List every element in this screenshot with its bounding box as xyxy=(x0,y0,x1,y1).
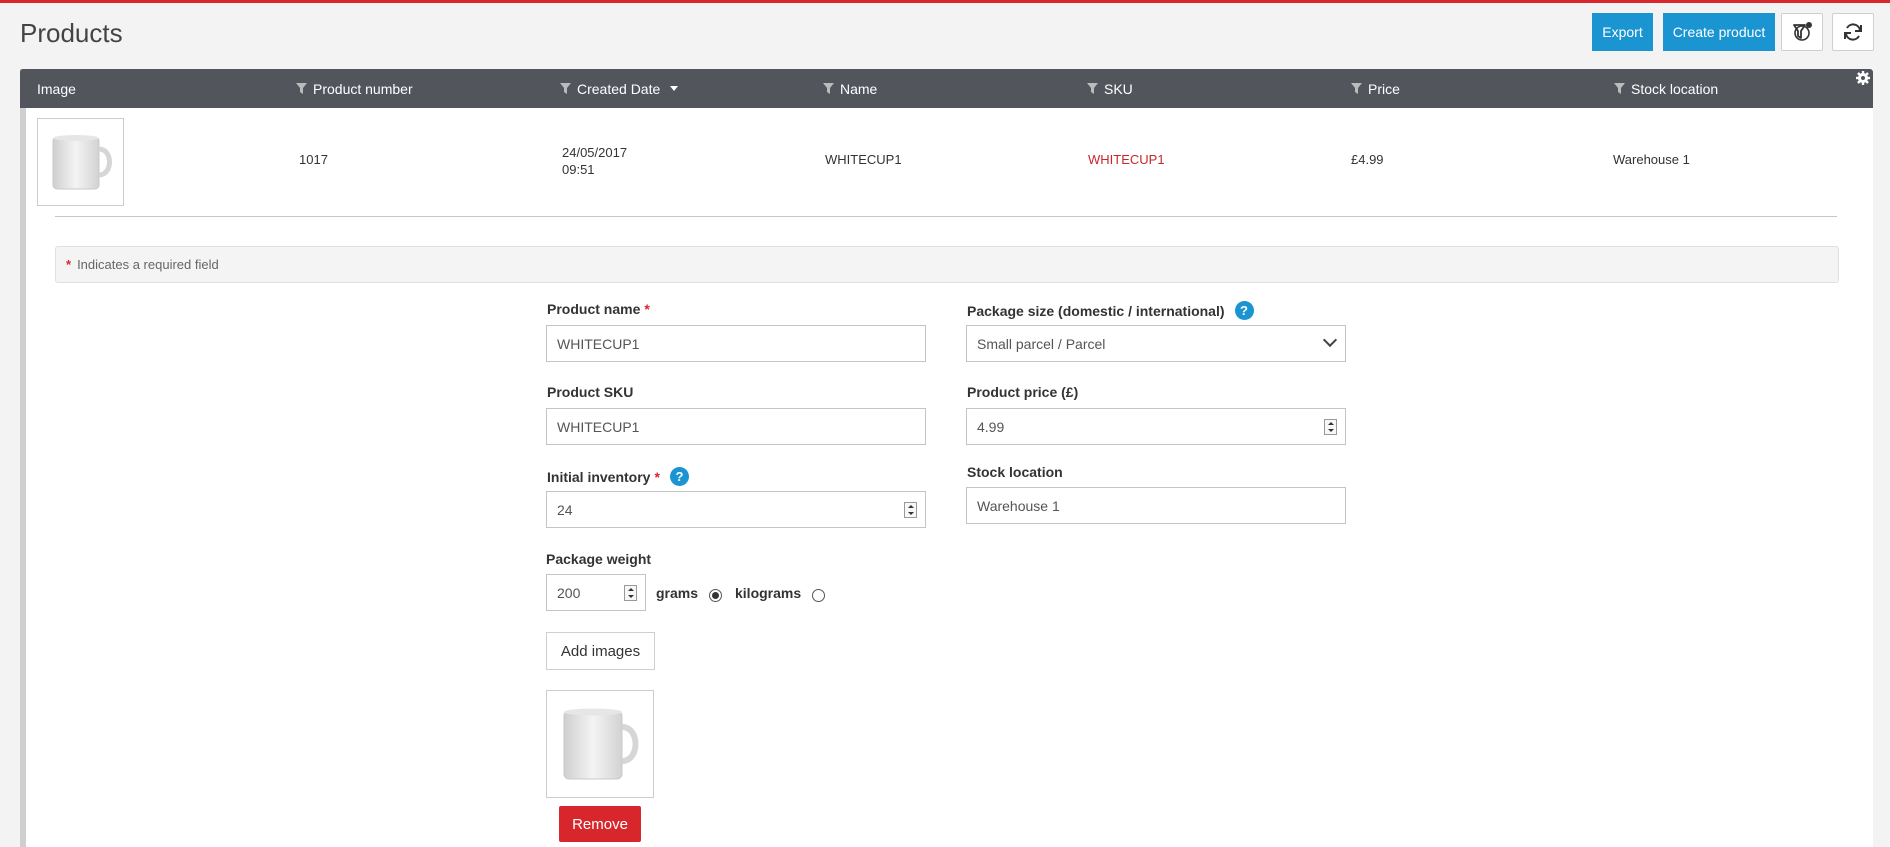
chevron-down-icon xyxy=(1322,332,1338,348)
product-name-label: Product name * xyxy=(547,301,650,317)
column-header-price[interactable]: Price xyxy=(1351,69,1400,108)
product-price-label: Product price (£) xyxy=(967,384,1078,400)
label-text: Initial inventory xyxy=(547,468,651,485)
cell-name: WHITECUP1 xyxy=(825,152,902,167)
grams-label: grams xyxy=(656,585,699,601)
help-icon[interactable]: ? xyxy=(669,467,689,486)
package-weight-input[interactable]: 200 xyxy=(546,574,646,611)
product-thumbnail[interactable] xyxy=(37,118,124,206)
help-icon[interactable]: ? xyxy=(1234,301,1254,320)
input-value: 200 xyxy=(557,584,581,601)
input-value: 24 xyxy=(557,501,573,518)
filter-settings-icon xyxy=(1793,22,1812,41)
number-stepper[interactable] xyxy=(1324,419,1337,435)
label-text: Product SKU xyxy=(547,384,634,400)
filter-icon[interactable] xyxy=(296,83,307,94)
required-note-text: Indicates a required field xyxy=(77,257,219,272)
label-text: Stock location xyxy=(967,464,1063,480)
required-field-note: * Indicates a required field xyxy=(55,246,1839,283)
number-stepper[interactable] xyxy=(624,585,637,601)
top-accent-line xyxy=(0,0,1890,3)
column-label: SKU xyxy=(1104,80,1133,97)
filter-icon[interactable] xyxy=(1614,83,1625,94)
filter-icon[interactable] xyxy=(1087,83,1098,94)
refresh-button[interactable] xyxy=(1832,13,1874,51)
input-value: WHITECUP1 xyxy=(557,335,640,352)
column-header-sku[interactable]: SKU xyxy=(1087,69,1133,108)
products-panel xyxy=(20,69,1873,847)
select-value: Small parcel / Parcel xyxy=(977,335,1106,352)
sort-desc-icon[interactable] xyxy=(670,86,679,91)
uploaded-image-preview xyxy=(546,690,654,798)
table-header: Image Product number Created Date Name S… xyxy=(20,69,1873,108)
label-text: Package size (domestic / international) xyxy=(967,302,1225,319)
cell-sku[interactable]: WHITECUP1 xyxy=(1088,152,1165,167)
initial-inventory-input[interactable]: 24 xyxy=(546,491,926,528)
package-size-label: Package size (domestic / international) … xyxy=(967,301,1254,320)
column-header-created-date[interactable]: Created Date xyxy=(560,69,679,108)
page-title: Products xyxy=(20,18,123,48)
package-weight-label: Package weight xyxy=(546,551,651,567)
add-images-button[interactable]: Add images xyxy=(546,632,655,670)
cell-created-time: 09:51 xyxy=(562,162,595,177)
create-product-button[interactable]: Create product xyxy=(1663,13,1775,51)
required-star: * xyxy=(654,468,660,485)
initial-inventory-label: Initial inventory * ? xyxy=(547,467,689,486)
cell-stock-location: Warehouse 1 xyxy=(1613,152,1690,167)
grams-radio[interactable] xyxy=(709,589,722,602)
column-label: Price xyxy=(1368,80,1400,97)
product-sku-input[interactable]: WHITECUP1 xyxy=(546,408,926,445)
gear-icon[interactable] xyxy=(1855,70,1871,86)
label-text: Package weight xyxy=(546,551,652,567)
kilograms-label: kilograms xyxy=(735,585,802,601)
remove-image-button[interactable]: Remove xyxy=(559,806,641,842)
input-value: Warehouse 1 xyxy=(977,497,1060,514)
number-stepper[interactable] xyxy=(904,502,917,518)
input-value: WHITECUP1 xyxy=(557,418,640,435)
column-header-name[interactable]: Name xyxy=(823,69,877,108)
input-value: 4.99 xyxy=(977,418,1005,435)
column-label: Stock location xyxy=(1631,80,1719,97)
column-label: Product number xyxy=(313,80,413,97)
column-label: Created Date xyxy=(577,80,661,97)
product-sku-label: Product SKU xyxy=(547,384,633,400)
cell-product-number: 1017 xyxy=(299,152,328,167)
label-text: Product price (£) xyxy=(967,384,1079,400)
cell-price: £4.99 xyxy=(1351,152,1384,167)
export-button[interactable]: Export xyxy=(1592,13,1653,51)
column-header-stock-location[interactable]: Stock location xyxy=(1614,69,1718,108)
package-size-select[interactable]: Small parcel / Parcel xyxy=(966,325,1346,362)
mug-image xyxy=(52,135,112,190)
required-star: * xyxy=(66,257,72,272)
column-label: Image xyxy=(37,80,76,97)
stock-location-label: Stock location xyxy=(967,464,1063,480)
filter-icon[interactable] xyxy=(560,83,571,94)
product-name-input[interactable]: WHITECUP1 xyxy=(546,325,926,362)
row-divider xyxy=(55,216,1837,217)
filter-settings-button[interactable] xyxy=(1781,13,1823,51)
product-price-input[interactable]: 4.99 xyxy=(966,408,1346,445)
label-text: Product name xyxy=(547,301,641,317)
kilograms-radio[interactable] xyxy=(812,589,825,602)
cell-created-date: 24/05/2017 xyxy=(562,145,628,160)
refresh-icon xyxy=(1844,23,1862,41)
mug-image xyxy=(563,708,639,780)
column-header-product-number[interactable]: Product number xyxy=(296,69,413,108)
filter-icon[interactable] xyxy=(823,83,834,94)
filter-icon[interactable] xyxy=(1351,83,1362,94)
column-label: Name xyxy=(840,80,878,97)
stock-location-input[interactable]: Warehouse 1 xyxy=(966,487,1346,524)
required-star: * xyxy=(644,301,650,317)
column-header-image[interactable]: Image xyxy=(37,69,76,108)
